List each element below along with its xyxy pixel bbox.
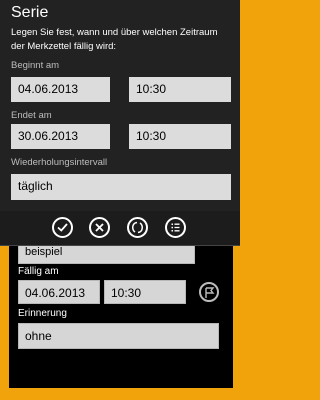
- cancel-icon: [95, 223, 104, 232]
- due-time-field[interactable]: 10:30: [104, 280, 186, 304]
- start-label: Beginnt am: [11, 60, 60, 71]
- cancel-button[interactable]: [89, 217, 110, 238]
- flag-button[interactable]: [199, 282, 219, 302]
- interval-label: Wiederholungsintervall: [11, 157, 108, 168]
- start-date-field[interactable]: 04.06.2013: [11, 77, 110, 102]
- reminder-label: Erinnerung: [18, 308, 67, 319]
- end-date-field[interactable]: 30.06.2013: [11, 124, 110, 149]
- start-time-field[interactable]: 10:30: [129, 77, 231, 102]
- list-icon: [171, 223, 180, 232]
- end-label: Endet am: [11, 110, 52, 121]
- interval-field[interactable]: täglich: [11, 174, 231, 200]
- app-bar: [0, 211, 240, 245]
- dialog-description: Legen Sie fest, wann und über welchen Ze…: [11, 27, 218, 52]
- recurrence-button[interactable]: [127, 217, 148, 238]
- list-button[interactable]: [165, 217, 186, 238]
- end-time-field[interactable]: 10:30: [129, 124, 231, 149]
- confirm-button[interactable]: [52, 217, 73, 238]
- due-date-field[interactable]: 04.06.2013: [18, 280, 100, 304]
- dialog-title: Serie: [11, 4, 49, 21]
- series-dialog: Serie Legen Sie fest, wann und über welc…: [0, 0, 240, 246]
- due-label: Fällig am: [18, 266, 59, 277]
- check-icon: [57, 223, 68, 232]
- recurrence-icon: [132, 221, 143, 234]
- reminder-field[interactable]: ohne: [18, 323, 219, 349]
- flag-icon: [205, 287, 215, 298]
